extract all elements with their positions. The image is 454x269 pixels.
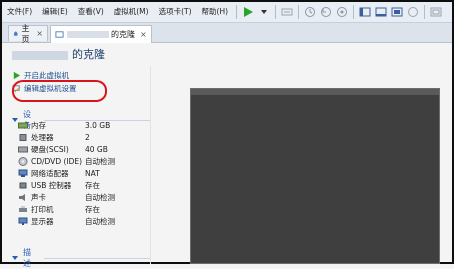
toolbar-separator (353, 5, 355, 19)
tab-vm-label: 的克隆 (111, 30, 135, 39)
close-icon[interactable]: × (36, 29, 43, 38)
cd-icon (18, 157, 28, 166)
tab-vm-clone[interactable]: 的克隆 × (50, 25, 152, 43)
description-section-header[interactable]: 描述 (12, 247, 150, 269)
vm-summary-panel: 开启此虚拟机 编辑虚拟机设置 设备 内存3.0 GB 处理器2 硬盘(SCSI)… (8, 66, 150, 268)
full-screen-button[interactable] (390, 5, 404, 19)
usb-icon (19, 182, 27, 189)
device-network[interactable]: 网络适配器 NAT (18, 168, 148, 179)
revert-icon (321, 7, 332, 17)
vm-icon (55, 31, 64, 38)
screen-top-edge (191, 89, 439, 95)
menu-file[interactable]: 文件(F) (2, 2, 37, 22)
snapshot-manager-icon (337, 7, 348, 17)
section-divider (44, 257, 150, 259)
full-screen-icon (391, 7, 403, 17)
snapshot-button[interactable] (303, 5, 317, 19)
power-on-button[interactable] (241, 5, 255, 19)
chevron-down-icon (12, 256, 18, 260)
tab-vm-name-redacted (67, 31, 109, 38)
device-cpu[interactable]: 处理器 2 (18, 132, 148, 143)
menu-help[interactable]: 帮助(H) (197, 2, 234, 22)
snapshot-manager-button[interactable] (335, 5, 349, 19)
disk-icon (18, 146, 28, 153)
revert-snapshot-button[interactable] (319, 5, 333, 19)
sidebar-icon (359, 7, 371, 17)
console-icon (430, 7, 442, 17)
device-printer[interactable]: 打印机 存在 (18, 204, 148, 215)
home-icon (13, 31, 18, 36)
clock-icon (305, 7, 316, 17)
vm-name-redacted (12, 50, 68, 60)
toolbar-separator (298, 5, 300, 19)
memory-icon (18, 122, 28, 129)
menu-edit[interactable]: 编辑(E) (37, 2, 73, 22)
menu-bar: 文件(F) 编辑(E) 查看(V) 虚拟机(M) 选项卡(T) 帮助(H) (2, 2, 452, 23)
thumbnail-icon (375, 7, 387, 17)
unity-button[interactable] (406, 5, 420, 19)
printer-icon (19, 206, 27, 212)
page-title: 的克隆 (12, 46, 105, 62)
device-hard-disk[interactable]: 硬盘(SCSI) 40 GB (18, 144, 148, 155)
vm-screen-preview[interactable] (190, 88, 440, 264)
menu-vm[interactable]: 虚拟机(M) (109, 2, 154, 22)
device-memory[interactable]: 内存 3.0 GB (18, 120, 148, 131)
keyboard-icon (281, 8, 293, 16)
device-cd-dvd[interactable]: CD/DVD (IDE) 自动检测 (18, 156, 148, 167)
device-sound[interactable]: 声卡 自动检测 (18, 192, 148, 203)
power-dropdown-button[interactable] (257, 5, 271, 19)
panel-divider (150, 66, 151, 264)
toolbar-separator (424, 5, 426, 19)
thumbnail-bar-button[interactable] (374, 5, 388, 19)
display-icon (18, 217, 28, 225)
toolbar-separator (236, 5, 238, 19)
show-library-button[interactable] (358, 5, 372, 19)
menu-tabs[interactable]: 选项卡(T) (154, 2, 197, 22)
console-view-button[interactable] (429, 5, 443, 19)
highlight-circle (12, 80, 107, 102)
play-icon (13, 71, 21, 80)
unity-icon (408, 7, 419, 17)
menu-view[interactable]: 查看(V) (73, 2, 109, 22)
chevron-down-icon (261, 10, 268, 14)
close-icon[interactable]: × (140, 30, 147, 39)
device-usb[interactable]: USB 控制器 存在 (18, 180, 148, 191)
device-display[interactable]: 显示器 自动检测 (18, 216, 148, 227)
play-icon (244, 7, 254, 17)
tab-home[interactable]: 主页 × (8, 24, 48, 44)
tab-home-label: 主页 (21, 23, 30, 44)
toolbar-separator (275, 5, 277, 19)
send-ctrl-alt-del-button[interactable] (280, 5, 294, 19)
network-icon (18, 169, 28, 177)
cpu-icon (19, 134, 27, 141)
tab-bar: 主页 × 的克隆 × (2, 23, 452, 44)
sound-icon (19, 194, 25, 201)
